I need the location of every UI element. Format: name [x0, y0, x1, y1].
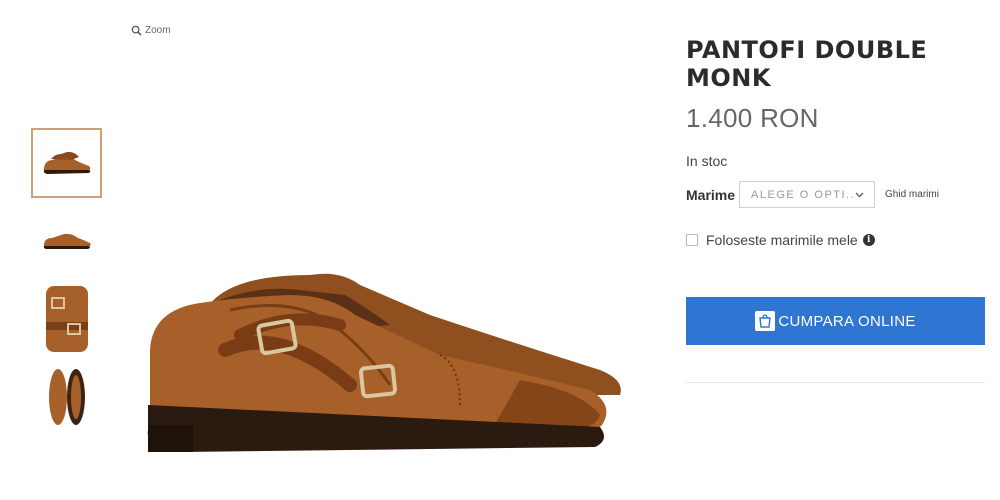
shoe-buckle-closeup-thumbnail	[45, 286, 88, 352]
stock-status: In stoc	[686, 153, 728, 169]
thumbnail-3[interactable]	[31, 284, 102, 354]
product-title: PANTOFI DOUBLE MONK	[686, 36, 928, 92]
shoe-sole-thumbnail	[48, 369, 85, 425]
use-my-sizes-row: Foloseste marimile mele i	[686, 232, 875, 248]
product-price: 1.400 RON	[686, 103, 819, 133]
thumbnail-list	[31, 128, 104, 440]
zoom-label: Zoom	[145, 25, 171, 36]
size-select[interactable]: ALEGE O OPTI...	[739, 181, 876, 208]
double-monk-shoe-image	[147, 273, 621, 452]
buy-online-button[interactable]: CUMPARA ONLINE	[686, 297, 985, 345]
thumbnail-1[interactable]	[31, 128, 102, 198]
size-row: Marime ALEGE O OPTI... Ghid marimi	[686, 181, 939, 208]
size-select-value: ALEGE O OPTI...	[751, 188, 856, 201]
shoe-three-quarter-thumbnail	[43, 151, 90, 174]
thumbnail-4[interactable]	[31, 362, 102, 432]
chevron-down-icon	[855, 192, 864, 197]
use-my-sizes-checkbox[interactable]	[686, 234, 698, 246]
buy-online-label: CUMPARA ONLINE	[778, 312, 916, 330]
info-icon[interactable]: i	[862, 234, 875, 246]
zoom-button[interactable]: Zoom	[131, 25, 171, 36]
shopping-bag-icon	[755, 311, 776, 331]
divider	[686, 382, 985, 383]
product-image[interactable]	[140, 255, 630, 495]
use-my-sizes-label[interactable]: Foloseste marimile mele	[706, 232, 858, 248]
magnifier-icon	[131, 25, 142, 36]
thumbnail-2[interactable]	[31, 206, 102, 276]
size-label: Marime	[686, 186, 736, 203]
size-guide-link[interactable]: Ghid marimi	[885, 189, 939, 200]
shoe-side-thumbnail	[43, 233, 91, 249]
